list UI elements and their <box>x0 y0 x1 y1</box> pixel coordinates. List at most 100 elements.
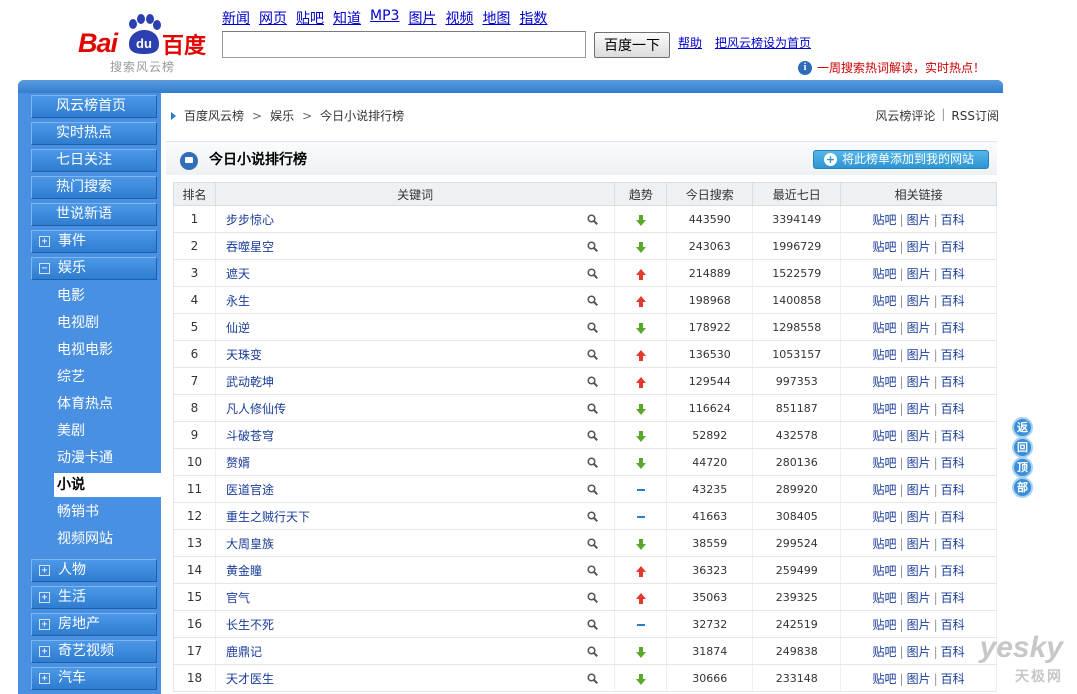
tieba-link[interactable]: 贴吧 <box>873 591 897 605</box>
collapse-icon[interactable]: − <box>39 263 50 274</box>
images-link[interactable]: 图片 <box>907 267 931 281</box>
search-icon[interactable] <box>587 619 599 630</box>
images-link[interactable]: 图片 <box>907 591 931 605</box>
keyword-link[interactable]: 赘婿 <box>226 456 250 470</box>
keyword-link[interactable]: 大周皇族 <box>226 537 274 551</box>
search-icon[interactable] <box>587 484 599 495</box>
sidebar-sub-tv-movie[interactable]: 电视电影 <box>54 338 161 362</box>
keyword-link[interactable]: 永生 <box>226 294 250 308</box>
sidebar-item-events[interactable]: + 事件 <box>31 230 157 253</box>
keyword-link[interactable]: 医道官途 <box>226 483 274 497</box>
search-icon[interactable] <box>587 241 599 252</box>
keyword-link[interactable]: 重生之贼行天下 <box>226 510 310 524</box>
search-icon[interactable] <box>587 592 599 603</box>
images-link[interactable]: 图片 <box>907 402 931 416</box>
sidebar-item-qiyi-video[interactable]: + 奇艺视频 <box>31 640 157 663</box>
tieba-link[interactable]: 贴吧 <box>873 618 897 632</box>
search-icon[interactable] <box>587 403 599 414</box>
search-icon[interactable] <box>587 511 599 522</box>
expand-icon[interactable]: + <box>39 592 50 603</box>
tieba-link[interactable]: 贴吧 <box>873 321 897 335</box>
search-icon[interactable] <box>587 538 599 549</box>
baike-link[interactable]: 百科 <box>941 591 965 605</box>
nav-mp3[interactable]: MP3 <box>370 8 399 28</box>
search-icon[interactable] <box>587 376 599 387</box>
expand-icon[interactable]: + <box>39 565 50 576</box>
sidebar-item-people[interactable]: + 人物 <box>31 559 157 582</box>
baike-link[interactable]: 百科 <box>941 429 965 443</box>
baike-link[interactable]: 百科 <box>941 348 965 362</box>
sidebar-item-hot-search[interactable]: 热门搜索 <box>31 176 157 199</box>
images-link[interactable]: 图片 <box>907 213 931 227</box>
keyword-link[interactable]: 吞噬星空 <box>226 240 274 254</box>
nav-tieba[interactable]: 贴吧 <box>296 8 324 28</box>
images-link[interactable]: 图片 <box>907 348 931 362</box>
baike-link[interactable]: 百科 <box>941 618 965 632</box>
tieba-link[interactable]: 贴吧 <box>873 375 897 389</box>
nav-web[interactable]: 网页 <box>259 8 287 28</box>
nav-zhidao[interactable]: 知道 <box>333 8 361 28</box>
tieba-link[interactable]: 贴吧 <box>873 240 897 254</box>
search-icon[interactable] <box>587 565 599 576</box>
sidebar-item-home[interactable]: 风云榜首页 <box>31 95 157 118</box>
images-link[interactable]: 图片 <box>907 645 931 659</box>
images-link[interactable]: 图片 <box>907 375 931 389</box>
tieba-link[interactable]: 贴吧 <box>873 348 897 362</box>
search-icon[interactable] <box>587 214 599 225</box>
sidebar-sub-sports[interactable]: 体育热点 <box>54 392 161 416</box>
tieba-link[interactable]: 贴吧 <box>873 456 897 470</box>
breadcrumb-home[interactable]: 百度风云榜 <box>184 107 244 124</box>
images-link[interactable]: 图片 <box>907 456 931 470</box>
hot-tip[interactable]: i 一周搜索热词解读，实时热点！ <box>798 59 985 76</box>
tieba-link[interactable]: 贴吧 <box>873 483 897 497</box>
nav-news[interactable]: 新闻 <box>222 8 250 28</box>
baike-link[interactable]: 百科 <box>941 645 965 659</box>
keyword-link[interactable]: 仙逆 <box>226 321 250 335</box>
baike-link[interactable]: 百科 <box>941 213 965 227</box>
images-link[interactable]: 图片 <box>907 564 931 578</box>
baike-link[interactable]: 百科 <box>941 510 965 524</box>
images-link[interactable]: 图片 <box>907 537 931 551</box>
tieba-link[interactable]: 贴吧 <box>873 213 897 227</box>
sidebar-sub-novel[interactable]: 小说 <box>54 473 161 497</box>
sidebar-sub-video-sites[interactable]: 视频网站 <box>54 527 161 551</box>
sidebar-sub-movie[interactable]: 电影 <box>54 284 161 308</box>
baike-link[interactable]: 百科 <box>941 321 965 335</box>
baidu-logo[interactable]: Bai du 百度 搜索风云榜 <box>78 12 218 74</box>
nav-map[interactable]: 地图 <box>482 8 510 28</box>
tieba-link[interactable]: 贴吧 <box>873 537 897 551</box>
images-link[interactable]: 图片 <box>907 294 931 308</box>
sidebar-item-auto[interactable]: + 汽车 <box>31 667 157 690</box>
keyword-link[interactable]: 斗破苍穹 <box>226 429 274 443</box>
help-link[interactable]: 帮助 <box>678 34 702 51</box>
tieba-link[interactable]: 贴吧 <box>873 429 897 443</box>
sidebar-sub-us-drama[interactable]: 美剧 <box>54 419 161 443</box>
sidebar-sub-tv-series[interactable]: 电视剧 <box>54 311 161 335</box>
sidebar-sub-anime[interactable]: 动漫卡通 <box>54 446 161 470</box>
search-icon[interactable] <box>587 430 599 441</box>
expand-icon[interactable]: + <box>39 673 50 684</box>
keyword-link[interactable]: 天珠变 <box>226 348 262 362</box>
images-link[interactable]: 图片 <box>907 483 931 497</box>
set-homepage-link[interactable]: 把风云榜设为首页 <box>715 34 811 51</box>
baike-link[interactable]: 百科 <box>941 456 965 470</box>
nav-video[interactable]: 视频 <box>445 8 473 28</box>
tieba-link[interactable]: 贴吧 <box>873 672 897 686</box>
baike-link[interactable]: 百科 <box>941 375 965 389</box>
sidebar-item-entertainment[interactable]: − 娱乐 <box>31 257 157 280</box>
search-icon[interactable] <box>587 349 599 360</box>
baike-link[interactable]: 百科 <box>941 672 965 686</box>
tieba-link[interactable]: 贴吧 <box>873 564 897 578</box>
keyword-link[interactable]: 凡人修仙传 <box>226 402 286 416</box>
images-link[interactable]: 图片 <box>907 618 931 632</box>
search-icon[interactable] <box>587 673 599 684</box>
images-link[interactable]: 图片 <box>907 510 931 524</box>
images-link[interactable]: 图片 <box>907 321 931 335</box>
sidebar-item-seven-days[interactable]: 七日关注 <box>31 149 157 172</box>
sidebar-item-realtime[interactable]: 实时热点 <box>31 122 157 145</box>
search-icon[interactable] <box>587 322 599 333</box>
images-link[interactable]: 图片 <box>907 240 931 254</box>
tieba-link[interactable]: 贴吧 <box>873 267 897 281</box>
search-button[interactable]: 百度一下 <box>594 32 670 58</box>
search-icon[interactable] <box>587 457 599 468</box>
